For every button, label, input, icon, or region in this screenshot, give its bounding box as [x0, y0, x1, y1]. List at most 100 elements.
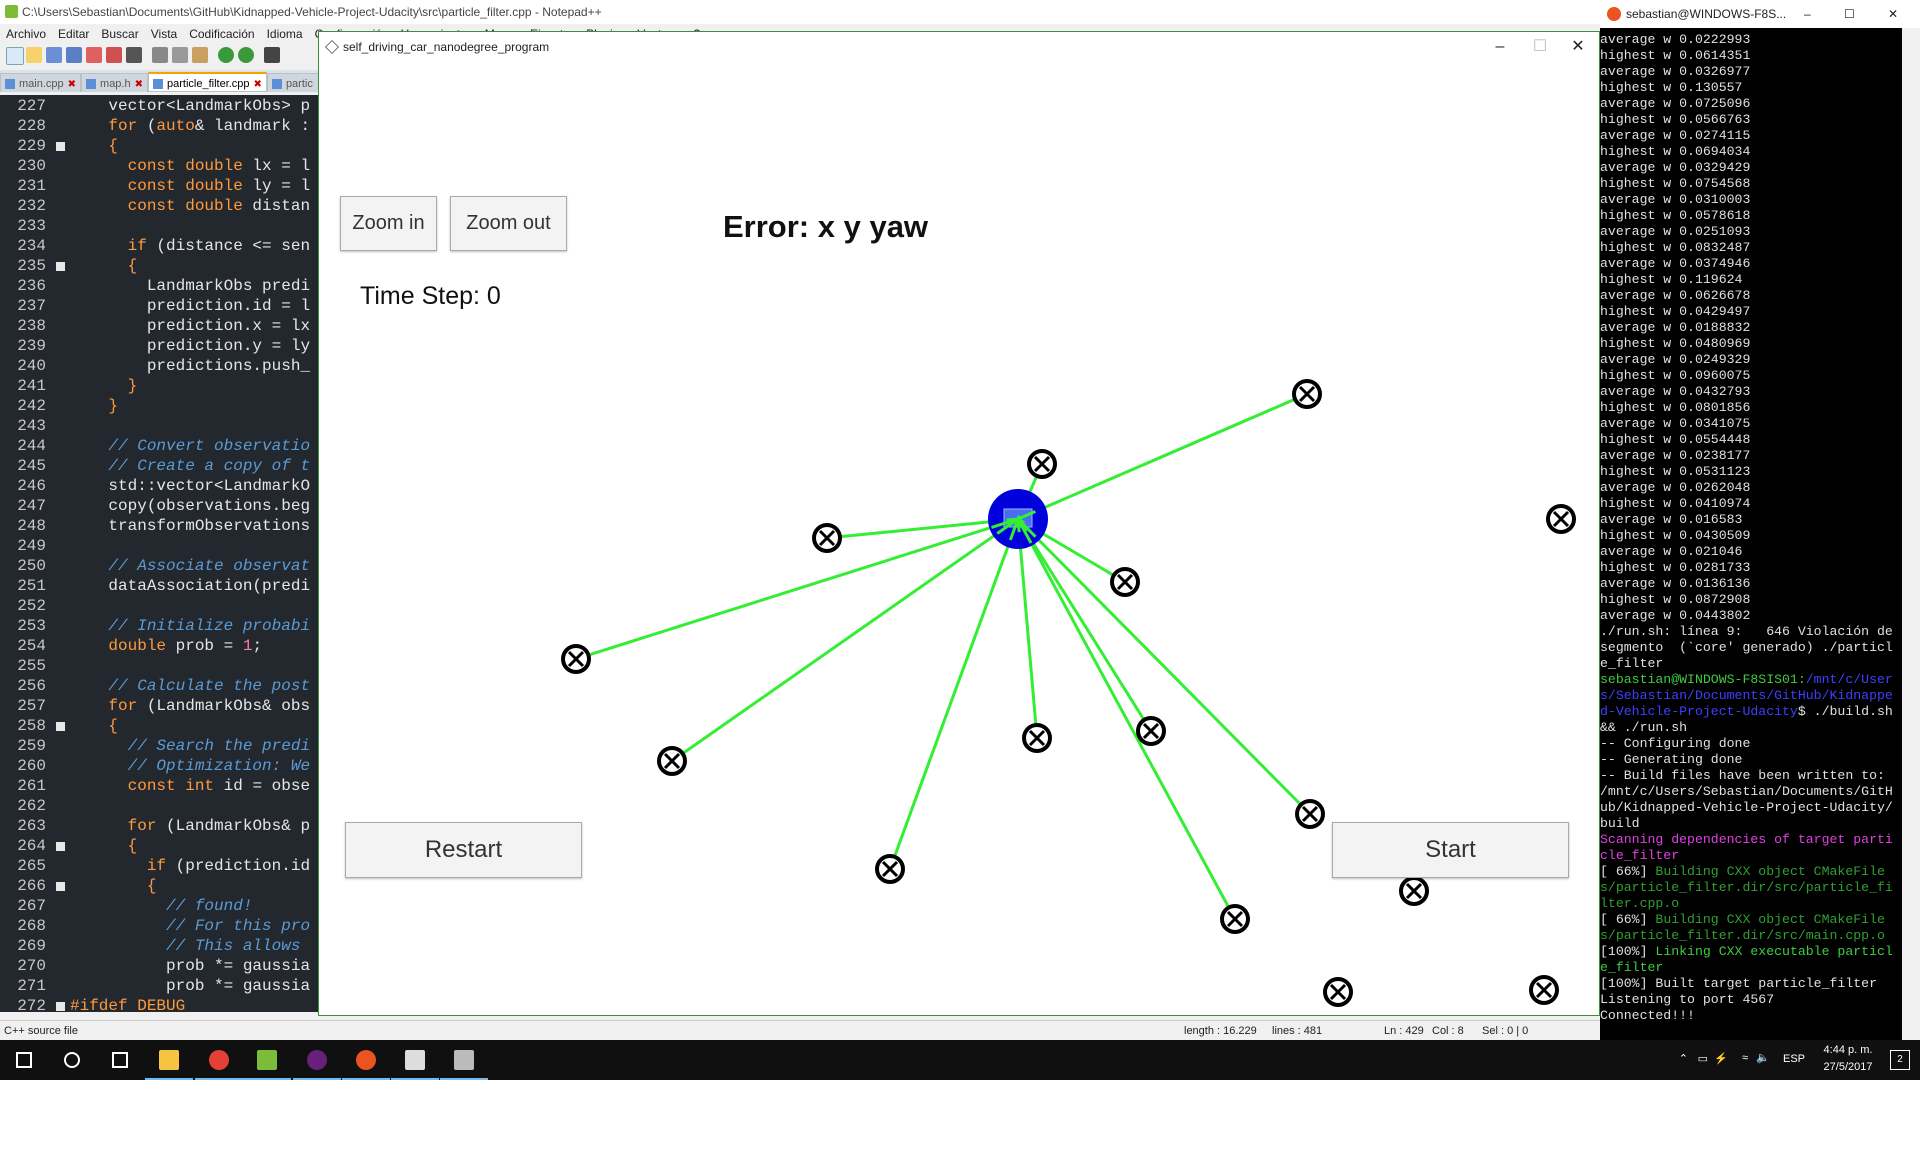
line-number: 263 — [17, 817, 46, 835]
code-line: std::vector<LandmarkO — [70, 477, 310, 495]
undo-icon[interactable] — [218, 47, 234, 63]
task-view-icon[interactable] — [106, 1046, 134, 1074]
code-token: // Optimization: We — [70, 757, 311, 775]
line-number: 248 — [17, 517, 46, 535]
save-icon[interactable] — [46, 47, 62, 63]
maximize-button[interactable]: ☐ — [1525, 36, 1555, 58]
fold-marker-icon[interactable] — [56, 842, 65, 851]
terminal-scrollbar[interactable] — [1902, 28, 1920, 1040]
volume-icon[interactable]: 🔈 — [1756, 1051, 1770, 1064]
notifications-icon[interactable]: 2 — [1890, 1050, 1910, 1070]
fold-marker-icon[interactable] — [56, 882, 65, 891]
line-number: 237 — [17, 297, 46, 315]
line-number: 238 — [17, 317, 46, 335]
cut-icon[interactable] — [152, 47, 168, 63]
zoom-out-button[interactable]: Zoom out — [450, 196, 567, 251]
file-tab[interactable]: main.cpp ✖ — [0, 73, 82, 92]
landmark-icon — [1220, 904, 1250, 934]
code-token: copy(observations.beg — [70, 497, 311, 515]
terminal-minimize-button[interactable]: – — [1804, 0, 1811, 28]
tab-close-icon[interactable]: ✖ — [254, 79, 262, 90]
code-token: vector<LandmarkObs> p — [70, 97, 311, 115]
menu-item[interactable]: Vista — [145, 24, 183, 44]
ubuntu-icon[interactable] — [342, 1046, 390, 1080]
code-token: prob = — [166, 637, 243, 655]
menu-item[interactable]: Idioma — [261, 24, 309, 44]
clock-time[interactable]: 4:44 p. m. — [1818, 1044, 1878, 1056]
terminal-text: highest w 0.119624 — [1600, 272, 1743, 287]
menu-item[interactable]: Codificación — [183, 24, 260, 44]
search-icon[interactable] — [58, 1046, 86, 1074]
code-line: #ifdef DEBUG — [70, 997, 185, 1012]
simulator-icon[interactable] — [440, 1046, 488, 1080]
language-indicator[interactable]: ESP — [1783, 1053, 1805, 1065]
wifi-icon[interactable]: ≈ — [1742, 1052, 1748, 1064]
visual-studio-icon[interactable] — [293, 1046, 341, 1080]
code-line: // found! — [70, 897, 252, 915]
terminal-text: average w 0.0341075 — [1600, 416, 1751, 431]
redo-icon[interactable] — [238, 47, 254, 63]
terminal-line: highest w 0.119624 — [1600, 272, 1900, 288]
fold-marker-icon[interactable] — [56, 142, 65, 151]
tab-close-icon[interactable]: ✖ — [68, 79, 76, 90]
clock-date[interactable]: 27/5/2017 — [1818, 1061, 1878, 1073]
start-button[interactable]: Start — [1332, 822, 1569, 878]
fold-marker-icon[interactable] — [56, 262, 65, 271]
line-number: 254 — [17, 637, 46, 655]
file-explorer-icon[interactable] — [145, 1046, 193, 1080]
file-tab-label: particle_filter.cpp — [167, 78, 250, 90]
fold-marker-icon[interactable] — [56, 722, 65, 731]
code-token: dataAssociation(predi — [70, 577, 311, 595]
line-number: 270 — [17, 957, 46, 975]
line-number: 265 — [17, 857, 46, 875]
battery-icon[interactable]: ▭ — [1698, 1052, 1708, 1065]
file-tab[interactable]: map.h ✖ — [81, 73, 148, 92]
zoom-in-button[interactable]: Zoom in — [340, 196, 437, 251]
terminal-maximize-button[interactable]: ☐ — [1844, 0, 1855, 28]
copy-icon[interactable] — [172, 47, 188, 63]
chrome-icon[interactable] — [195, 1046, 243, 1080]
save-all-icon[interactable] — [66, 47, 82, 63]
file-tab[interactable]: particle_filter.cpp ✖ — [148, 72, 267, 92]
print-icon[interactable] — [126, 47, 142, 63]
power-icon[interactable]: ⚡ — [1714, 1052, 1728, 1065]
terminal-line: highest w 0.0694034 — [1600, 144, 1900, 160]
landmark-icon — [1295, 799, 1325, 829]
terminal-text: average w 0.0188832 — [1600, 320, 1751, 335]
code-token: { — [70, 137, 119, 155]
file-tab[interactable]: partic✖ — [266, 73, 318, 92]
terminal-line: average w 0.0432793 — [1600, 384, 1900, 400]
terminal-line: average w 0.0136136 — [1600, 576, 1900, 592]
terminal-text: [100%] — [1600, 944, 1656, 959]
find-icon[interactable] — [264, 47, 280, 63]
notepad-plus-plus-icon[interactable] — [243, 1046, 291, 1080]
close-file-icon[interactable] — [86, 47, 102, 63]
show-hidden-icons-icon[interactable]: ⌃ — [1679, 1052, 1688, 1065]
unity-icon[interactable] — [391, 1046, 439, 1080]
paste-icon[interactable] — [192, 47, 208, 63]
fold-marker-icon[interactable] — [56, 1002, 65, 1011]
code-editor[interactable]: 227 vector<LandmarkObs> p 228 for (auto& … — [0, 95, 318, 1012]
menu-item[interactable]: Buscar — [95, 24, 144, 44]
simulator-window: self_driving_car_nanodegree_program – ☐ … — [318, 31, 1600, 1016]
terminal-output[interactable]: average w 0.0222993 highest w 0.0614351 av… — [1600, 32, 1900, 1023]
windows-start-icon[interactable] — [10, 1046, 38, 1074]
status-length: length : 16.229 — [1184, 1025, 1257, 1037]
menu-item[interactable]: Editar — [52, 24, 95, 44]
minimize-button[interactable]: – — [1485, 36, 1515, 58]
terminal-close-button[interactable]: ✕ — [1888, 0, 1898, 28]
tab-close-icon[interactable]: ✖ — [135, 79, 143, 90]
code-token: (distance <= sen — [146, 237, 311, 255]
close-all-icon[interactable] — [106, 47, 122, 63]
new-file-icon[interactable] — [6, 47, 24, 65]
menu-item[interactable]: Archivo — [0, 24, 52, 44]
open-file-icon[interactable] — [26, 47, 42, 63]
close-button[interactable]: ✕ — [1563, 36, 1593, 58]
file-tab-label: main.cpp — [19, 78, 64, 90]
restart-button[interactable]: Restart — [345, 822, 582, 878]
terminal-text: highest w 0.0960075 — [1600, 368, 1751, 383]
terminal-text: highest w 0.0554448 — [1600, 432, 1751, 447]
line-number: 234 — [17, 237, 46, 255]
